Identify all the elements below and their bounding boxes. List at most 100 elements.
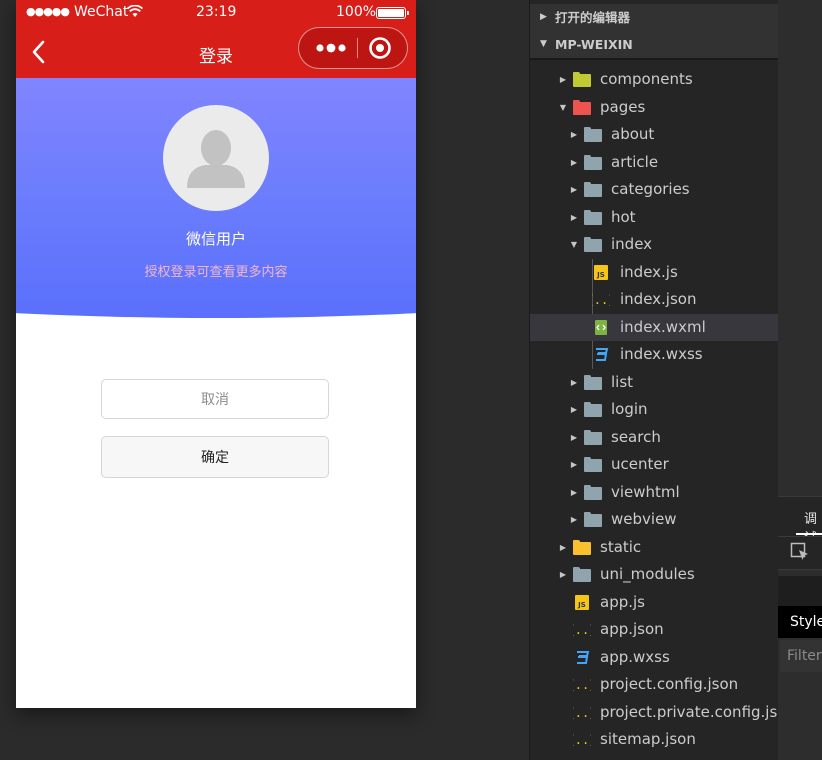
tree-item-label: project.config.json xyxy=(600,675,739,693)
tree-item-label: index.wxml xyxy=(620,317,706,336)
tree-item-index-js[interactable]: JS index.js xyxy=(530,259,779,286)
tree-item-categories[interactable]: ▶ categories xyxy=(530,176,779,203)
tree-item-webview[interactable]: ▶ webview xyxy=(530,506,779,533)
devtools-gap xyxy=(778,576,822,606)
chevron-right-icon: ▶ xyxy=(540,12,547,22)
username: 微信用户 xyxy=(185,230,246,248)
tree-item-ucenter[interactable]: ▶ ucenter xyxy=(530,451,779,478)
tree-item-label: article xyxy=(611,152,659,171)
chevron-right-icon[interactable]: ▶ xyxy=(569,396,579,423)
tree-item-label: index.json xyxy=(620,290,697,308)
confirm-button[interactable]: 确定 xyxy=(101,436,329,478)
open-editors-header[interactable]: ▶ 打开的编辑器 xyxy=(530,4,779,31)
tree-item-label: project.private.config.js... xyxy=(600,702,779,721)
tree-item-label: ucenter xyxy=(611,455,669,473)
chevron-down-icon[interactable]: ▼ xyxy=(558,94,568,121)
signal-icon: ●●●●● xyxy=(26,5,70,18)
css-file-icon xyxy=(592,347,610,362)
folder-icon xyxy=(584,429,602,445)
tree-item-label: pages xyxy=(600,97,646,116)
phone-simulator: ●●●●● WeChat 23:19 100% 登录 微信用户 授权登录可查看更… xyxy=(16,0,416,708)
chevron-right-icon[interactable]: ▶ xyxy=(569,506,579,533)
chevron-right-icon[interactable]: ▶ xyxy=(569,204,579,231)
svg-text:{..}: {..} xyxy=(592,293,610,307)
project-header[interactable]: ▼ MP-WEIXIN xyxy=(530,31,779,60)
folder-icon xyxy=(584,512,602,527)
wxml-file-icon xyxy=(592,319,610,335)
chevron-down-icon: ▼ xyxy=(540,39,547,49)
tree-item-components[interactable]: ▶ components xyxy=(530,66,779,93)
avatar[interactable] xyxy=(163,105,269,211)
tree-item-search[interactable]: ▶ search xyxy=(530,424,779,451)
close-miniprogram-icon[interactable] xyxy=(365,28,401,68)
tree-item-project-config-json[interactable]: {..} project.config.json xyxy=(530,671,779,698)
json-file-icon: {..} xyxy=(568,732,597,747)
tree-item-app-js[interactable]: JS app.js xyxy=(530,589,779,616)
folder-icon xyxy=(573,539,591,555)
tree-item-label: index.js xyxy=(620,262,678,281)
carrier-label: WeChat xyxy=(74,4,129,20)
tree-item-label: search xyxy=(611,427,661,446)
svg-text:JS: JS xyxy=(596,271,605,279)
tree-item-label: app.js xyxy=(600,592,645,611)
folder-icon xyxy=(584,127,602,142)
tab-styles[interactable]: Styles xyxy=(790,614,822,630)
tree-item-index-wxss[interactable]: index.wxss xyxy=(530,341,779,368)
tree-item-app-json[interactable]: {..} app.json xyxy=(530,616,779,643)
active-tab-indicator xyxy=(796,533,822,535)
chevron-right-icon[interactable]: ▶ xyxy=(569,479,579,506)
js-file-icon: JS xyxy=(592,264,610,280)
chevron-right-icon[interactable]: ▶ xyxy=(569,149,579,176)
folder-icon xyxy=(584,154,602,170)
chevron-right-icon[interactable]: ▶ xyxy=(558,66,568,93)
svg-text:{..}: {..} xyxy=(573,678,591,692)
tree-item-login[interactable]: ▶ login xyxy=(530,396,779,423)
json-file-icon: {..} xyxy=(568,622,597,637)
tree-item-uni-modules[interactable]: ▶ uni_modules xyxy=(530,561,779,588)
folder-icon xyxy=(584,209,602,225)
tree-item-label: about xyxy=(611,125,655,143)
chevron-right-icon[interactable]: ▶ xyxy=(558,534,568,561)
folder-icon xyxy=(584,374,602,390)
tree-item-project-private-config-js[interactable]: {..} project.private.config.js... xyxy=(530,699,779,726)
file-explorer: ▶ 打开的编辑器 ▼ MP-WEIXIN ▶ components ▼ pages ▶ a… xyxy=(529,0,779,760)
more-dots-icon[interactable] xyxy=(311,28,355,68)
chevron-right-icon[interactable]: ▶ xyxy=(558,561,568,588)
inspect-element-icon[interactable] xyxy=(790,542,810,562)
folder-icon xyxy=(573,567,591,582)
tree-item-hot[interactable]: ▶ hot xyxy=(530,204,779,231)
tree-item-static[interactable]: ▶ static xyxy=(530,534,779,561)
wifi-icon xyxy=(126,4,144,22)
svg-text:{..}: {..} xyxy=(573,706,591,720)
tree-item-label: uni_modules xyxy=(600,565,695,583)
css-file-icon xyxy=(573,650,591,665)
battery-icon xyxy=(376,7,409,19)
folder-icon xyxy=(584,402,602,417)
cancel-button[interactable]: 取消 xyxy=(101,379,329,419)
chevron-right-icon[interactable]: ▶ xyxy=(569,121,579,148)
tree-item-index-wxml[interactable]: index.wxml xyxy=(530,313,779,341)
tree-item-label: static xyxy=(600,537,642,556)
navigation-bar: 登录 xyxy=(16,26,416,78)
tree-item-index[interactable]: ▼ index xyxy=(530,231,779,258)
menu-capsule xyxy=(298,27,408,69)
chevron-right-icon[interactable]: ▶ xyxy=(569,451,579,478)
chevron-right-icon[interactable]: ▶ xyxy=(569,176,579,203)
tree-item-about[interactable]: ▶ about xyxy=(530,121,779,148)
chevron-down-icon[interactable]: ▼ xyxy=(569,231,579,258)
tree-item-viewhtml[interactable]: ▶ viewhtml xyxy=(530,479,779,506)
status-bar: ●●●●● WeChat 23:19 100% xyxy=(16,0,416,26)
clock: 23:19 xyxy=(196,4,237,20)
tree-item-label: webview xyxy=(611,510,677,528)
tree-item-list[interactable]: ▶ list xyxy=(530,369,779,396)
chevron-right-icon[interactable]: ▶ xyxy=(569,424,579,451)
chevron-right-icon[interactable]: ▶ xyxy=(569,369,579,396)
tree-item-pages[interactable]: ▼ pages xyxy=(530,94,779,121)
login-hint: 授权登录可查看更多内容 xyxy=(144,265,288,280)
tree-item-article[interactable]: ▶ article xyxy=(530,149,779,176)
tree-item-label: hot xyxy=(611,207,636,226)
tree-item-sitemap-json[interactable]: {..} sitemap.json xyxy=(530,726,779,753)
styles-filter-input[interactable]: Filter xyxy=(787,648,822,664)
tree-item-index-json[interactable]: {..} index.json xyxy=(530,286,779,313)
tree-item-app-wxss[interactable]: app.wxss xyxy=(530,644,779,671)
